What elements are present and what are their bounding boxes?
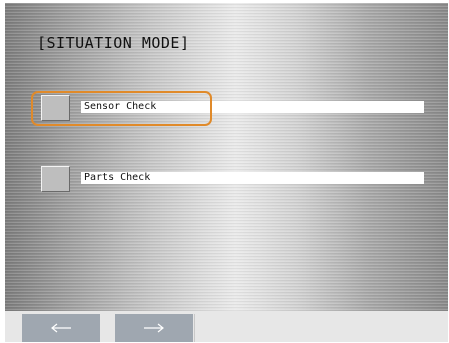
arrow-left-icon bbox=[50, 323, 72, 333]
nav-divider bbox=[194, 314, 195, 342]
sensor-check-label: Sensor Check bbox=[84, 101, 157, 112]
sensor-check-item[interactable]: Sensor Check bbox=[81, 101, 424, 113]
forward-button[interactable] bbox=[115, 314, 193, 342]
parts-check-button[interactable] bbox=[41, 166, 70, 192]
parts-check-label: Parts Check bbox=[84, 172, 151, 183]
arrow-right-icon bbox=[143, 323, 165, 333]
sensor-check-button[interactable] bbox=[41, 95, 70, 121]
back-button[interactable] bbox=[22, 314, 100, 342]
page-title: [SITUATION MODE] bbox=[37, 34, 190, 52]
parts-check-item[interactable]: Parts Check bbox=[81, 172, 424, 184]
